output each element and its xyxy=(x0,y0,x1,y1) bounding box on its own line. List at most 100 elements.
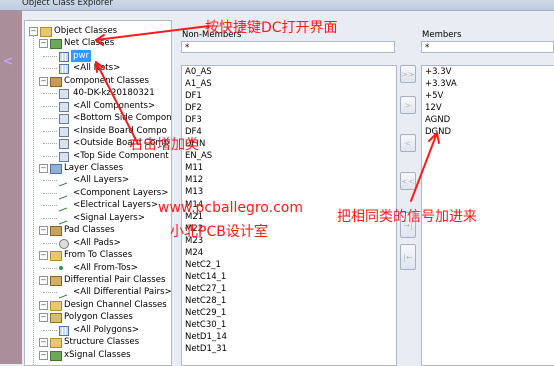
tree-node-label: From To Classes xyxy=(64,250,133,261)
non-member-item[interactable]: M13 xyxy=(182,186,396,198)
tree-node-label: pwr xyxy=(71,49,92,62)
tree-connector xyxy=(43,292,57,294)
tree-connector xyxy=(43,180,57,182)
non-member-item[interactable]: M24 xyxy=(182,247,396,259)
component-class-icon xyxy=(59,151,69,162)
collapse-icon[interactable]: − xyxy=(39,350,48,360)
non-member-item[interactable]: A0_AS xyxy=(182,66,396,78)
tree-connector xyxy=(43,55,57,57)
tree-node-label: Layer Classes xyxy=(64,162,124,173)
collapse-icon[interactable]: − xyxy=(39,300,48,310)
tree-node-label: <All Layers> xyxy=(73,175,130,186)
net-class-icon xyxy=(59,64,69,75)
window-title-bar: Object Class Explorer xyxy=(0,0,554,11)
members-header: Members xyxy=(422,30,462,40)
non-members-filter-input[interactable]: * xyxy=(181,41,395,53)
tree-node-label: Differential Pair Classes xyxy=(64,275,166,285)
xsignal-folder-icon xyxy=(50,350,62,361)
background-glyph: < xyxy=(3,54,14,68)
non-member-item[interactable]: M12 xyxy=(182,174,396,186)
tree-connector xyxy=(43,242,57,244)
collapse-icon[interactable]: − xyxy=(39,226,48,236)
tree-node-label: 40-DK-kz20180321 xyxy=(73,88,155,99)
member-item[interactable]: +3.3V xyxy=(422,66,554,78)
add-all-button[interactable]: >> xyxy=(400,65,416,83)
root-folder-icon xyxy=(40,27,52,37)
move-left-button[interactable]: |← xyxy=(400,244,416,270)
non-member-item[interactable]: DF2 xyxy=(182,102,396,114)
member-item[interactable]: 12V xyxy=(422,102,554,114)
tree-node-label: Structure Classes xyxy=(64,337,140,348)
collapse-icon[interactable]: − xyxy=(39,76,48,86)
tree-node-label: <Bottom Side Compon xyxy=(73,113,172,124)
tree-node-label: <All Polygons> xyxy=(73,324,140,335)
non-member-item[interactable]: NetC29_1 xyxy=(182,307,396,319)
window-title: Object Class Explorer xyxy=(22,0,113,8)
add-signals-hint-annotation: 把相同类的信号加进来 xyxy=(337,209,477,225)
collapse-icon[interactable]: − xyxy=(39,39,48,49)
object-class-tree[interactable]: − Object Classes − Net Classes pwr <All Nets>… xyxy=(24,20,172,366)
collapse-icon[interactable]: − xyxy=(39,276,48,285)
collapse-icon[interactable]: − xyxy=(39,163,48,173)
tree-connector xyxy=(43,68,57,70)
non-member-item[interactable]: NetC2_1 xyxy=(182,259,396,271)
tree-node-label: Polygon Classes xyxy=(64,312,133,323)
structure-folder-icon xyxy=(50,338,62,349)
fromto-folder-icon xyxy=(50,251,62,262)
non-member-item[interactable]: NetD1_14 xyxy=(182,331,396,343)
remove-all-button[interactable]: << xyxy=(400,172,416,190)
diffpair-folder-icon xyxy=(50,276,62,286)
add-button[interactable]: > xyxy=(400,96,416,114)
tree-node-label: Net Classes xyxy=(64,38,115,49)
component-class-icon xyxy=(59,126,69,137)
member-item[interactable]: +5V xyxy=(422,90,554,102)
remove-button[interactable]: < xyxy=(400,134,416,152)
member-item[interactable]: DGND xyxy=(422,126,554,138)
polygon-class-icon xyxy=(59,325,69,336)
pad-class-icon xyxy=(59,238,69,249)
tree-node-label: xSignal Classes xyxy=(64,349,131,360)
non-member-item[interactable]: NetC27_1 xyxy=(182,283,396,295)
tree-node-label: <All Components> xyxy=(73,100,156,111)
background-strip: < xyxy=(0,10,22,364)
non-member-item[interactable]: DF3 xyxy=(182,114,396,126)
collapse-icon[interactable]: − xyxy=(39,313,48,323)
non-member-item[interactable]: NetD1_31 xyxy=(182,343,396,355)
non-member-item[interactable]: NetC30_1 xyxy=(182,319,396,331)
tree-node-label: <All Nets> xyxy=(73,63,121,74)
collapse-icon[interactable]: − xyxy=(39,338,48,348)
component-class-icon xyxy=(59,101,69,112)
tree-connector xyxy=(43,217,57,219)
tree-node-label: <Electrical Layers> xyxy=(73,200,159,211)
tree-connector xyxy=(43,267,57,269)
component-class-icon xyxy=(59,114,69,125)
tree-connector xyxy=(43,192,57,194)
collapse-icon[interactable]: − xyxy=(39,251,48,261)
tree-connector xyxy=(43,329,57,331)
pad-folder-icon xyxy=(50,226,62,237)
non-member-item[interactable]: EN_AS xyxy=(182,150,396,162)
component-class-icon xyxy=(59,139,69,150)
non-member-item[interactable]: NetC14_1 xyxy=(182,271,396,283)
tree-guide-line xyxy=(33,35,34,365)
non-member-item[interactable]: DF1 xyxy=(182,90,396,102)
member-item[interactable]: +3.3VA xyxy=(422,78,554,90)
non-member-item[interactable]: DFIN xyxy=(182,138,396,150)
non-member-item[interactable]: A1_AS xyxy=(182,78,396,90)
tree-root-label: Object Classes xyxy=(54,26,118,36)
tree-connector xyxy=(43,143,57,145)
tree-connector xyxy=(43,155,57,157)
diffpair-class-icon xyxy=(59,286,67,299)
non-member-item[interactable]: NetC28_1 xyxy=(182,295,396,307)
tree-connector xyxy=(43,105,57,107)
non-member-item[interactable]: DF4 xyxy=(182,126,396,138)
non-member-item[interactable]: M11 xyxy=(182,162,396,174)
layer-class-icon xyxy=(59,187,67,200)
layer-folder-icon xyxy=(50,163,62,174)
member-item[interactable]: AGND xyxy=(422,114,554,126)
tree-connector xyxy=(43,93,57,95)
tree-connector xyxy=(43,118,57,120)
tree-node-label: Pad Classes xyxy=(64,225,115,236)
net-folder-icon xyxy=(50,39,62,50)
members-filter-input[interactable]: * xyxy=(421,41,554,53)
